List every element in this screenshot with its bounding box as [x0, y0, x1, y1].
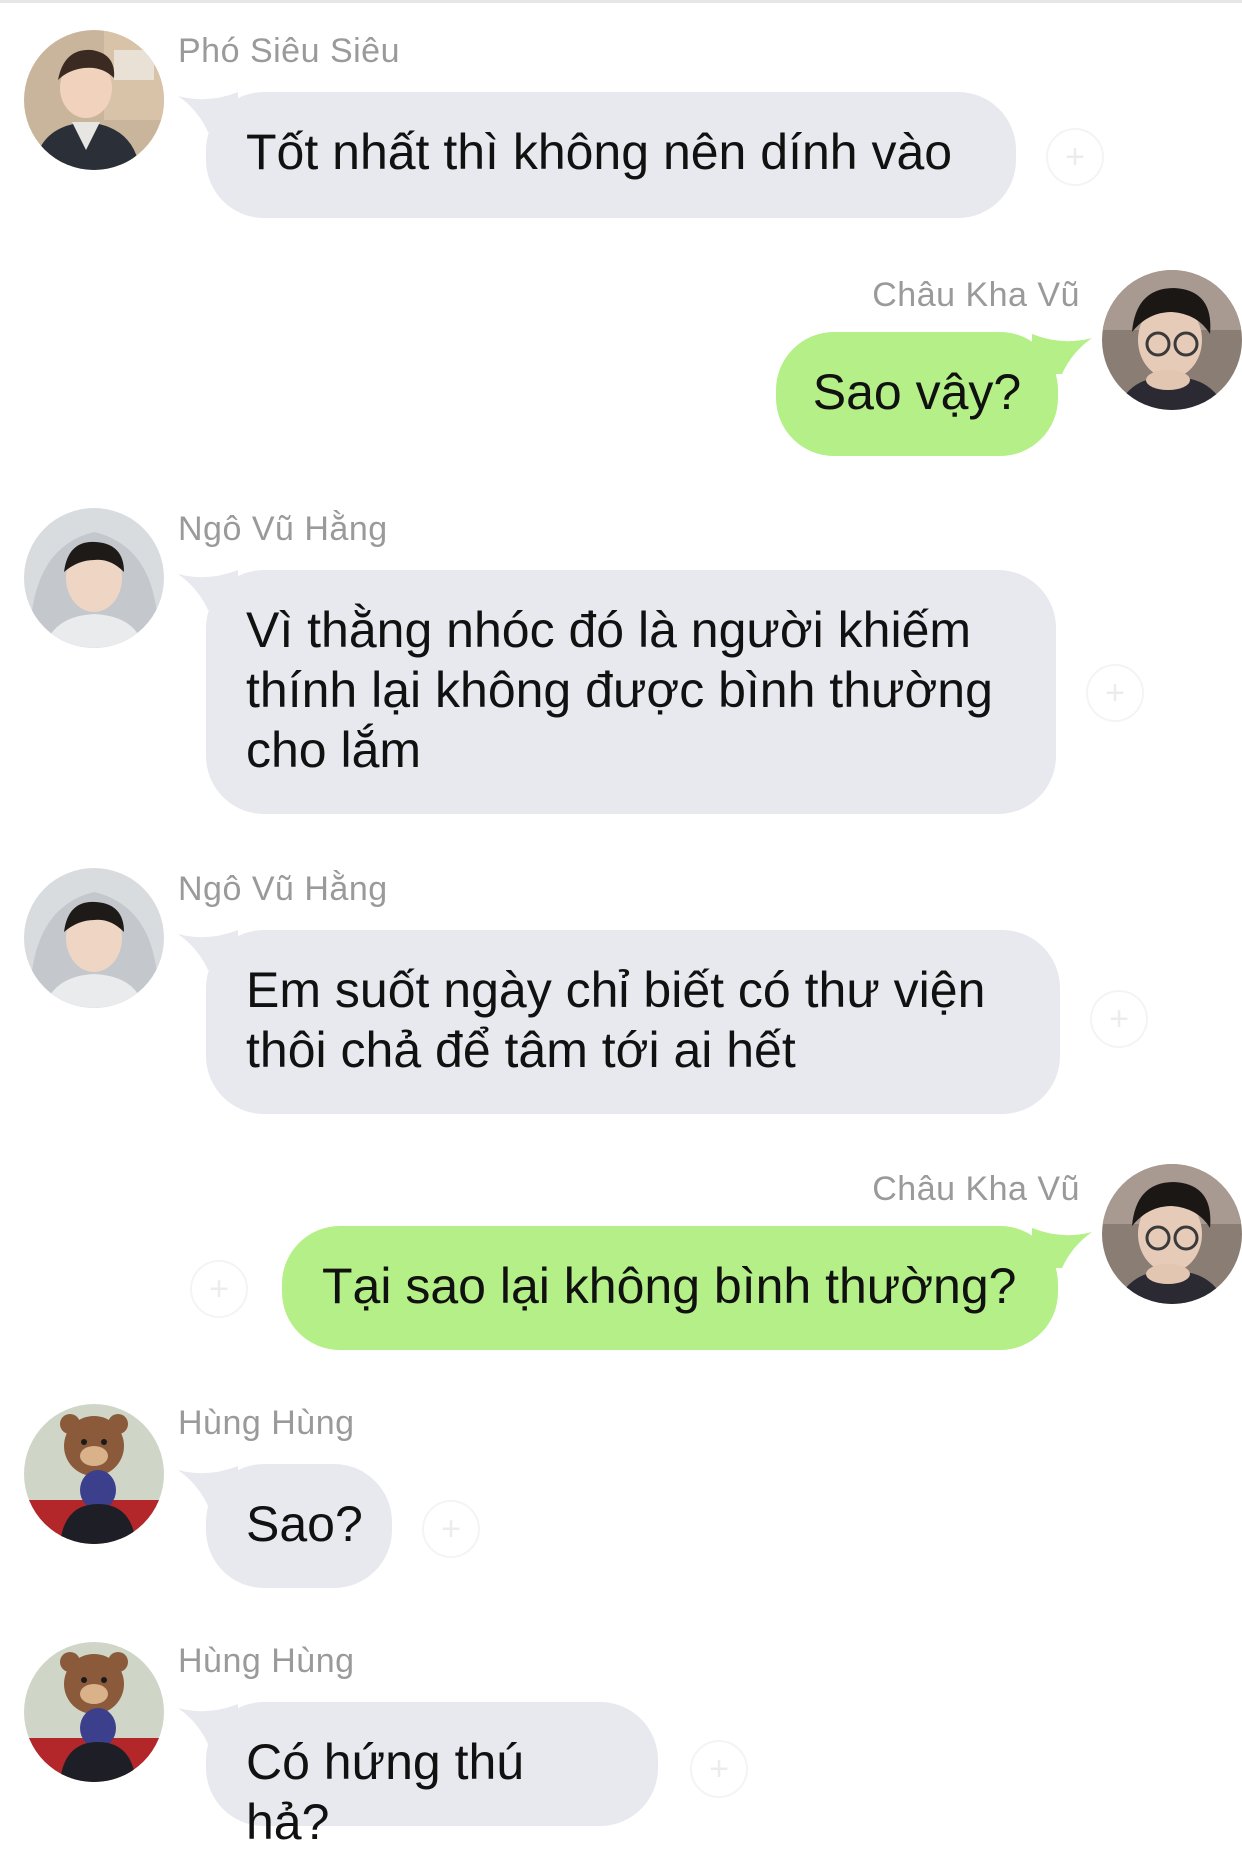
sender-name: Ngô Vũ Hằng	[178, 510, 388, 548]
message-text: Tại sao lại không bình thường?	[322, 1258, 1017, 1314]
add-reaction-icon[interactable]: +	[1046, 128, 1104, 186]
top-divider	[0, 0, 1242, 3]
message-bubble[interactable]: Vì thằng nhóc đó là người khiếm thính lạ…	[206, 570, 1056, 814]
message-text: Sao vậy?	[812, 364, 1022, 420]
avatar[interactable]	[24, 508, 164, 648]
message-bubble[interactable]: Tại sao lại không bình thường?	[282, 1226, 1058, 1350]
add-reaction-icon[interactable]: +	[690, 1740, 748, 1798]
message-text-line: thính lại không được bình thường	[246, 662, 993, 718]
message-text-line: cho lắm	[246, 722, 422, 778]
sender-name: Ngô Vũ Hằng	[178, 870, 388, 908]
avatar[interactable]	[1102, 1164, 1242, 1304]
add-reaction-icon[interactable]: +	[1090, 990, 1148, 1048]
add-reaction-icon[interactable]: +	[190, 1260, 248, 1318]
avatar[interactable]	[24, 1404, 164, 1544]
sender-name: Hùng Hùng	[178, 1642, 355, 1680]
message-text-line: Vì thằng nhóc đó là người khiếm	[246, 602, 972, 658]
avatar[interactable]	[24, 868, 164, 1008]
message-text: Tốt nhất thì không nên dính vào	[246, 124, 953, 180]
sender-name: Châu Kha Vũ	[872, 276, 1080, 314]
avatar[interactable]	[24, 1642, 164, 1782]
avatar[interactable]	[1102, 270, 1242, 410]
sender-name: Châu Kha Vũ	[872, 1170, 1080, 1208]
message-text-line: thôi chả để tâm tới ai hết	[246, 1022, 796, 1078]
message-bubble[interactable]: Sao?	[206, 1464, 392, 1588]
message-text: Có hứng thú hả?	[246, 1734, 525, 1850]
message-bubble[interactable]: Tốt nhất thì không nên dính vào	[206, 92, 1016, 218]
add-reaction-icon[interactable]: +	[422, 1500, 480, 1558]
message-bubble[interactable]: Sao vậy?	[776, 332, 1058, 456]
message-text: Sao?	[246, 1496, 363, 1552]
avatar[interactable]	[24, 30, 164, 170]
message-bubble[interactable]: Em suốt ngày chỉ biết có thư viện thôi c…	[206, 930, 1060, 1114]
add-reaction-icon[interactable]: +	[1086, 664, 1144, 722]
message-bubble[interactable]: Có hứng thú hả?	[206, 1702, 658, 1850]
message-text-line: Em suốt ngày chỉ biết có thư viện	[246, 962, 986, 1018]
sender-name: Phó Siêu Siêu	[178, 32, 400, 70]
sender-name: Hùng Hùng	[178, 1404, 355, 1442]
